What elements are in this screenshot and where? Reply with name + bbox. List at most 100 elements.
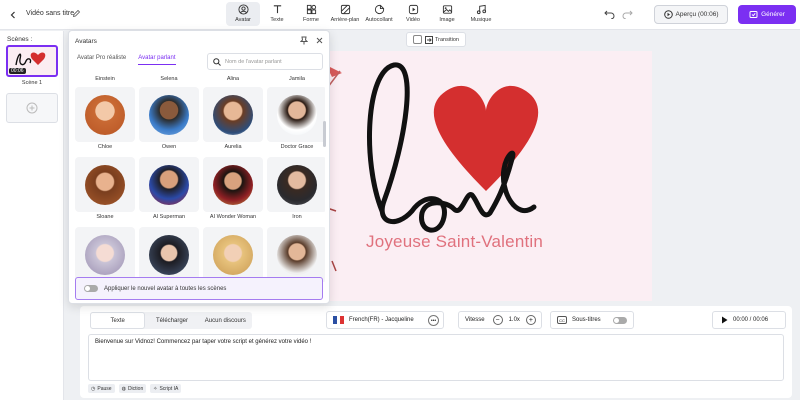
avatar-portrait	[213, 234, 253, 275]
avatar-card[interactable]: Sloane	[75, 157, 135, 223]
generate-button[interactable]: Générer	[738, 5, 796, 24]
avatars-panel: Avatars Avatar Pro réaliste Avatar parla…	[68, 30, 330, 304]
user-circle-icon	[237, 4, 249, 15]
pin-icon[interactable]	[299, 36, 309, 47]
avatar-card[interactable]: Iron	[267, 157, 325, 223]
text-icon	[273, 5, 281, 14]
minus-icon[interactable]: −	[492, 315, 503, 325]
avatar-type-tabs: Avatar Pro réaliste Avatar parlant	[77, 55, 188, 65]
search-icon	[213, 57, 221, 66]
avatar-name: Owen	[161, 144, 177, 150]
avatar-card[interactable]: AI Superman	[139, 157, 199, 223]
speed-label: Vitesse	[465, 317, 485, 323]
tab-talking-avatar[interactable]: Avatar parlant	[138, 55, 176, 65]
plus-circle-icon	[26, 102, 38, 114]
canvas-subtitle[interactable]: Joyeuse Saint-Valentin	[366, 232, 543, 252]
tool-avatar[interactable]: Avatar	[226, 2, 260, 26]
close-icon[interactable]	[316, 37, 323, 46]
video-icon	[408, 4, 418, 15]
avatar-name: AI Wonder Woman	[209, 214, 257, 220]
plus-icon[interactable]: +	[525, 315, 536, 325]
avatar-card[interactable]: Doctor Grace	[267, 87, 325, 153]
scenes-sidebar: Scènes : 00:06 Scène 1	[0, 31, 64, 400]
tool-music[interactable]: Musique	[464, 2, 498, 26]
more-options-icon[interactable]: •••	[428, 315, 439, 326]
avatar-card[interactable]: Chloe	[75, 87, 135, 153]
avatar-card[interactable]: Owen	[139, 87, 199, 153]
avatar-search-input[interactable]: Nom de l'avatar parlant	[207, 53, 323, 70]
back-button[interactable]	[6, 8, 20, 22]
generate-icon	[749, 11, 758, 18]
chip-label: Script IA	[159, 385, 179, 392]
pencil-icon[interactable]	[72, 9, 81, 20]
subtitles-toggle[interactable]	[613, 317, 627, 324]
cc-icon: CC	[557, 316, 567, 324]
script-tools: ◷ Pause ◍ Diction ✧ Script IA	[88, 384, 185, 393]
partial-row-names: Einstein Selena Alina Jamila	[75, 76, 325, 87]
avatar-portrait	[149, 164, 189, 205]
avatar-portrait	[149, 234, 189, 275]
sparkle-icon: ✧	[153, 385, 158, 392]
avatar-portrait	[277, 164, 317, 205]
transition-button[interactable]: Transition	[406, 32, 466, 47]
add-scene-button[interactable]	[6, 93, 58, 123]
tool-shape[interactable]: Forme	[294, 2, 328, 26]
preview-button[interactable]: Aperçu (00:06)	[654, 5, 728, 24]
avatar-name: Jamila	[289, 76, 305, 82]
project-title[interactable]: Vidéo sans titre	[26, 10, 74, 17]
avatar-portrait	[213, 94, 253, 135]
tool-text[interactable]: Texte	[260, 2, 294, 26]
avatar-portrait	[277, 234, 317, 275]
tab-upload[interactable]: Télécharger	[145, 312, 198, 329]
redo-icon[interactable]	[622, 9, 633, 21]
scene-duration: 00:06	[9, 68, 26, 74]
generate-label: Générer	[761, 11, 785, 18]
tool-video[interactable]: Vidéo	[396, 2, 430, 26]
tool-label: Vidéo	[406, 17, 420, 23]
avatar-name: Einstein	[95, 76, 115, 82]
panel-scrollbar[interactable]	[323, 121, 326, 147]
avatar-name: Iron	[292, 214, 302, 220]
apply-all-toggle[interactable]	[84, 285, 98, 292]
voice-selector[interactable]: French(FR) - Jacqueline •••	[326, 311, 444, 329]
top-bar: Vidéo sans titre Avatar Texte Forme Arri…	[0, 0, 800, 30]
avatar-name: Sloane	[96, 214, 114, 220]
apply-all-scenes-option[interactable]: Appliquer le nouvel avatar à toutes les …	[75, 277, 323, 300]
avatar-portrait	[85, 94, 125, 135]
diction-icon: ◍	[121, 385, 126, 392]
tool-label: Arrière-plan	[330, 17, 360, 23]
avatar-card[interactable]: AI Wonder Woman	[203, 157, 263, 223]
subtitles-label: Sous-titres	[572, 317, 601, 323]
tab-text[interactable]: Texte	[90, 312, 146, 329]
pause-chip[interactable]: ◷ Pause	[88, 384, 115, 393]
chip-label: Pause	[97, 385, 112, 392]
script-textarea[interactable]: Bienvenue sur Vidnoz! Commencez par tape…	[88, 334, 784, 381]
audio-player: 00:00 / 00:06	[712, 311, 786, 329]
tool-sticker[interactable]: Autocollant	[362, 2, 396, 26]
diction-chip[interactable]: ◍ Diction	[118, 384, 147, 393]
play-circle-icon	[663, 10, 673, 19]
panel-title: Avatars	[75, 38, 97, 45]
ai-script-chip[interactable]: ✧ Script IA	[150, 384, 182, 393]
france-flag-icon	[333, 316, 345, 324]
tab-pro-realistic[interactable]: Avatar Pro réaliste	[77, 55, 126, 65]
avatar-portrait	[85, 164, 125, 205]
undo-icon[interactable]	[604, 9, 615, 21]
scene-name: Scène 1	[21, 80, 43, 86]
play-icon[interactable]	[721, 316, 728, 324]
voice-label: French(FR) - Jacqueline	[349, 317, 414, 323]
subtitles-control: CC Sous-titres	[550, 311, 634, 329]
transition-checkbox[interactable]	[413, 35, 422, 44]
scene-thumbnail[interactable]: 00:06	[6, 45, 58, 77]
music-icon	[476, 4, 486, 15]
tool-label: Image	[439, 17, 455, 23]
tool-label: Avatar	[235, 17, 251, 23]
player-time: 00:00 / 00:06	[733, 317, 769, 323]
tab-no-speech[interactable]: Aucun discours	[199, 312, 252, 329]
tool-label: Autocollant	[365, 17, 393, 23]
avatar-card[interactable]: Aurelia	[203, 87, 263, 153]
script-tabs: Texte Télécharger Aucun discours	[90, 312, 252, 329]
avatar-cells: Chloe Owen Aurelia Doctor Grace Sloane A…	[75, 87, 325, 293]
tool-image[interactable]: Image	[430, 2, 464, 26]
tool-background[interactable]: Arrière-plan	[328, 2, 362, 26]
